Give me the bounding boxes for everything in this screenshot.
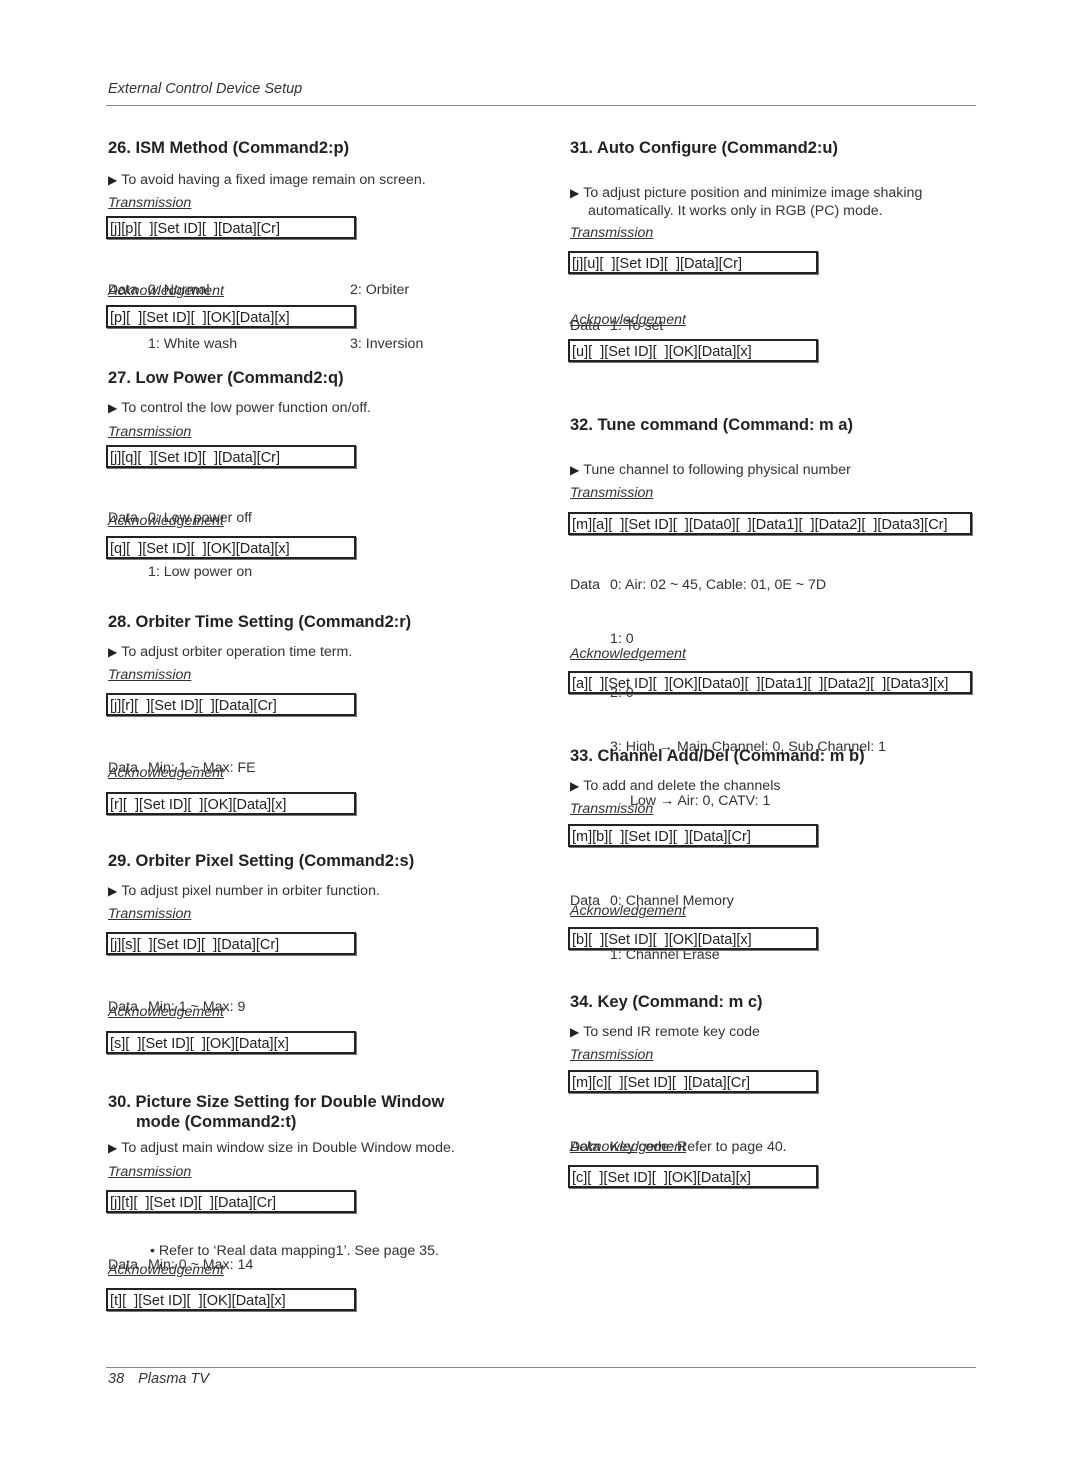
section-description: ▶ To adjust picture position and minimize… [570,185,923,219]
transmission-format-box: [j][q][ ][Set ID][ ][Data][Cr] [106,445,356,468]
section-title: 28. Orbiter Time Setting (Command2:r) [108,613,412,631]
page-footer: 38 Plasma TV [108,1371,223,1387]
transmission-label: Transmission [570,801,654,817]
acknowledgement-format-box: [p][ ][Set ID][ ][OK][Data][x] [106,305,356,328]
acknowledgement-label: Acknowledgement [570,903,686,919]
acknowledgement-format-box: [c][ ][Set ID][ ][OK][Data][x] [568,1165,818,1188]
transmission-label: Transmission [570,485,654,501]
acknowledgement-format-box: [a][ ][Set ID][ ][OK][Data0][ ][Data1][ … [568,671,972,694]
transmission-label: Transmission [108,906,192,922]
transmission-format-box: [j][s][ ][Set ID][ ][Data][Cr] [106,932,356,955]
triangle-bullet-icon: ▶ [570,779,580,793]
acknowledgement-format-box: [q][ ][Set ID][ ][OK][Data][x] [106,536,356,559]
acknowledgement-label: Acknowledgement [570,312,686,328]
section-description: ▶ To adjust orbiter operation time term. [108,644,353,660]
acknowledgement-format-box: [u][ ][Set ID][ ][OK][Data][x] [568,339,818,362]
section-28: 28. Orbiter Time Setting (Command2:r) ▶ T… [106,612,528,815]
data-note: • Refer to ‘Real data mapping1’. See pag… [150,1243,439,1259]
transmission-format-box: [j][p][ ][Set ID][ ][Data][Cr] [106,216,356,239]
acknowledgement-label: Acknowledgement [108,765,224,781]
triangle-bullet-icon: ▶ [108,401,118,415]
acknowledgement-label: Acknowledgement [108,513,224,529]
section-33: 33. Channel Add/Del (Command: m b) ▶ To a… [568,746,990,963]
transmission-format-box: [m][b][ ][Set ID][ ][Data][Cr] [568,824,818,847]
section-title: 27. Low Power (Command2:q) [108,369,344,387]
section-title: 34. Key (Command: m c) [570,993,763,1011]
section-description: ▶ To add and delete the channels [570,778,781,794]
acknowledgement-label: Acknowledgement [570,1139,686,1155]
transmission-label: Transmission [108,424,192,440]
acknowledgement-label: Acknowledgement [108,1262,224,1278]
transmission-label: Transmission [108,667,192,683]
transmission-label: Transmission [570,225,654,241]
section-30: 30. Picture Size Setting for Double Wind… [106,1092,528,1311]
triangle-bullet-icon: ▶ [570,463,580,477]
transmission-label: Transmission [108,1164,192,1180]
acknowledgement-format-box: [t][ ][Set ID][ ][OK][Data][x] [106,1288,356,1311]
section-description: ▶ To adjust main window size in Double Wi… [108,1140,455,1156]
acknowledgement-format-box: [r][ ][Set ID][ ][OK][Data][x] [106,792,356,815]
transmission-format-box: [j][u][ ][Set ID][ ][Data][Cr] [568,251,818,274]
page-number: 38 [108,1371,125,1387]
section-description: ▶ To avoid having a fixed image remain on… [108,172,426,188]
section-title: 31. Auto Configure (Command2:u) [570,139,838,157]
section-description: ▶ Tune channel to following physical numb… [570,462,851,478]
transmission-label: Transmission [108,195,192,211]
transmission-format-box: [m][c][ ][Set ID][ ][Data][Cr] [568,1070,818,1093]
transmission-label: Transmission [570,1047,654,1063]
section-title: 26. ISM Method (Command2:p) [108,139,350,157]
section-description: ▶ To control the low power function on/of… [108,400,371,416]
section-34: 34. Key (Command: m c) ▶ To send IR remot… [568,992,990,1188]
triangle-bullet-icon: ▶ [108,884,118,898]
acknowledgement-label: Acknowledgement [108,1004,224,1020]
section-title: 29. Orbiter Pixel Setting (Command2:s) [108,852,415,870]
triangle-bullet-icon: ▶ [570,1025,580,1039]
section-title: 30. Picture Size Setting for Double Wind… [108,1093,445,1131]
triangle-bullet-icon: ▶ [570,186,580,200]
section-description: ▶ To send IR remote key code [570,1024,760,1040]
transmission-format-box: [m][a][ ][Set ID][ ][Data0][ ][Data1][ ]… [568,512,972,535]
triangle-bullet-icon: ▶ [108,645,118,659]
section-title: 33. Channel Add/Del (Command: m b) [570,747,865,765]
footer-rule [106,1367,976,1368]
product-name: Plasma TV [138,1371,210,1387]
triangle-bullet-icon: ▶ [108,173,118,187]
acknowledgement-label: Acknowledgement [108,283,224,299]
running-header: External Control Device Setup [108,81,303,97]
section-title: 32. Tune command (Command: m a) [570,416,853,434]
transmission-format-box: [j][t][ ][Set ID][ ][Data][Cr] [106,1190,356,1213]
section-26: 26. ISM Method (Command2:p) ▶ To avoid ha… [106,138,528,352]
section-31: 31. Auto Configure (Command2:u) ▶ To adju… [568,138,990,362]
section-29: 29. Orbiter Pixel Setting (Command2:s) ▶… [106,851,528,1054]
section-description: ▶ To adjust pixel number in orbiter funct… [108,883,380,899]
section-27: 27. Low Power (Command2:q) ▶ To control t… [106,368,528,580]
section-32: 32. Tune command (Command: m a) ▶ Tune ch… [568,415,990,809]
acknowledgement-label: Acknowledgement [570,646,686,662]
acknowledgement-format-box: [s][ ][Set ID][ ][OK][Data][x] [106,1031,356,1054]
header-rule [106,105,976,106]
acknowledgement-format-box: [b][ ][Set ID][ ][OK][Data][x] [568,927,818,950]
triangle-bullet-icon: ▶ [108,1141,118,1155]
transmission-format-box: [j][r][ ][Set ID][ ][Data][Cr] [106,693,356,716]
